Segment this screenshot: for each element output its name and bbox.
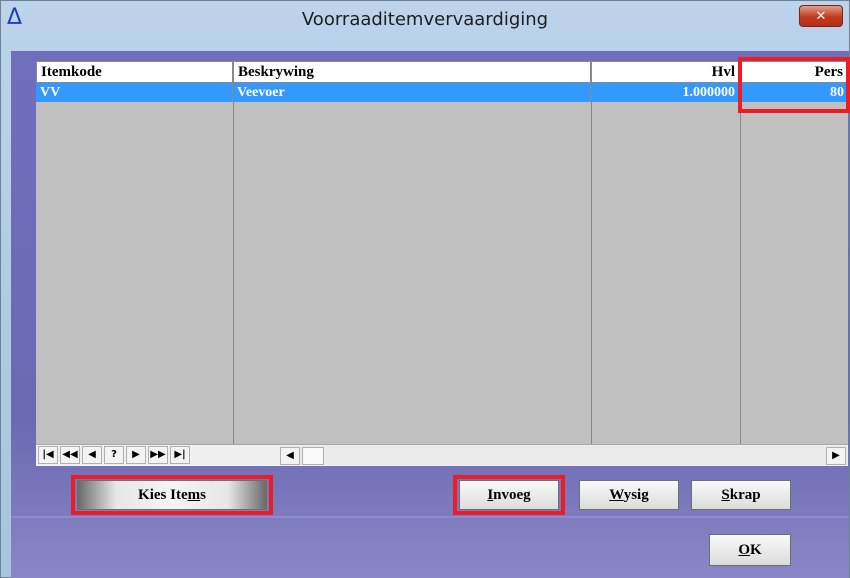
invoeg-button[interactable]: Invoeg [459,480,559,510]
column-header-itemkode[interactable]: Itemkode [36,61,233,83]
items-grid[interactable]: Itemkode Beskrywing Hvl Pers VV Veevoer … [36,61,848,466]
record-navigator: |◀ ◀◀ ◀ ? ▶ ▶▶ ▶| ◀ ▶ [36,444,848,466]
invoeg-label: nvoeg [493,487,531,503]
window-title: Voorraaditemvervaardiging [301,9,549,30]
ok-label: K [750,542,762,558]
column-header-hvl[interactable]: Hvl [591,61,740,83]
ok-button[interactable]: OK [709,534,791,566]
prev-record-button[interactable]: ◀ [82,446,102,464]
scroll-thumb[interactable] [302,447,324,465]
column-divider [591,102,592,453]
client-area: Itemkode Beskrywing Hvl Pers VV Veevoer … [11,51,850,578]
table-row[interactable]: VV Veevoer 1.000000 80 [36,83,848,102]
kies-items-label-end: s [200,487,206,503]
scroll-left-button[interactable]: ◀ [280,447,300,465]
wysig-button[interactable]: Wysig [579,480,679,510]
wysig-label: ysig [623,487,649,503]
search-record-button[interactable]: ? [104,446,124,464]
divider [11,516,849,518]
skrap-label: krap [729,487,761,503]
column-divider [233,102,234,453]
wysig-accelerator: W [609,487,624,503]
cell-hvl[interactable]: 1.000000 [591,83,740,102]
pers-column-highlight [738,57,850,113]
close-icon: ✕ [815,9,827,24]
close-button[interactable]: ✕ [799,5,843,27]
kies-items-button[interactable]: Kies Items [77,480,267,510]
title-bar[interactable]: Δ Voorraaditemvervaardiging ✕ [1,1,849,37]
last-record-button[interactable]: ▶| [170,446,190,464]
skrap-button[interactable]: Skrap [691,480,791,510]
grid-header: Itemkode Beskrywing Hvl Pers [36,61,848,83]
column-divider [740,102,741,453]
next-record-button[interactable]: ▶ [126,446,146,464]
column-header-beskrywing[interactable]: Beskrywing [233,61,591,83]
scroll-right-button[interactable]: ▶ [826,447,846,465]
dialog-window: Δ Voorraaditemvervaardiging ✕ Itemkode B… [0,0,850,578]
cell-beskrywing[interactable]: Veevoer [233,83,591,102]
cell-itemkode[interactable]: VV [36,83,233,102]
next-page-button[interactable]: ▶▶ [148,446,168,464]
horizontal-scrollbar[interactable]: ◀ ▶ [280,446,848,465]
kies-items-accelerator: m [187,487,201,503]
ok-accelerator: O [738,542,750,558]
kies-items-label: Kies Ite [138,487,188,503]
skrap-accelerator: S [721,487,730,503]
prev-page-button[interactable]: ◀◀ [60,446,80,464]
first-record-button[interactable]: |◀ [38,446,58,464]
